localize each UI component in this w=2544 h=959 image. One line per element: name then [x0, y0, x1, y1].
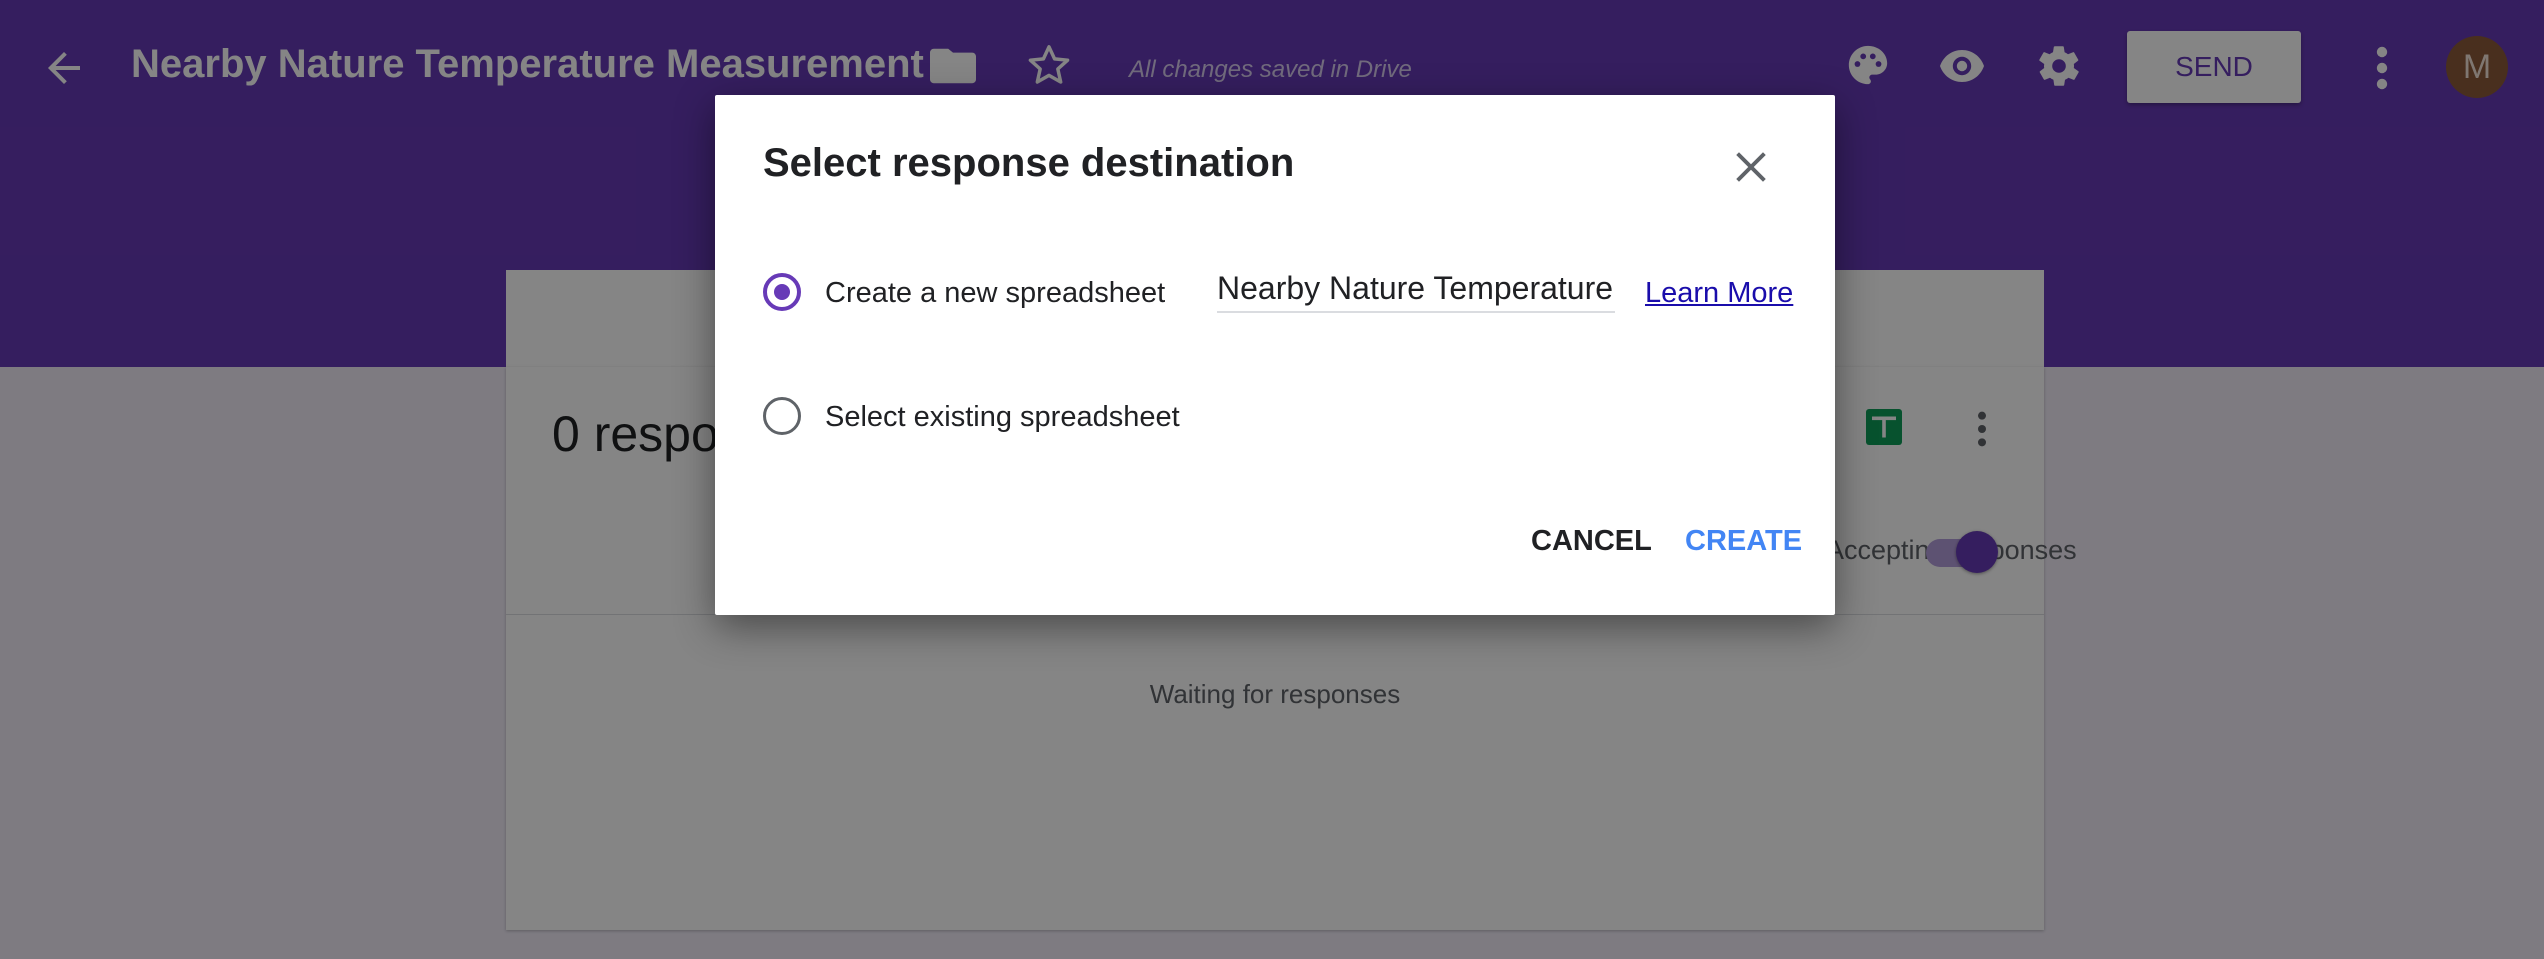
- cancel-button[interactable]: CANCEL: [1531, 525, 1652, 558]
- radio-create-new[interactable]: [763, 273, 801, 311]
- create-button[interactable]: CREATE: [1685, 525, 1802, 558]
- option-create-new-label[interactable]: Create a new spreadsheet: [825, 277, 1165, 310]
- radio-selected-dot: [774, 284, 790, 300]
- dialog-title: Select response destination: [763, 141, 1295, 185]
- learn-more-link[interactable]: Learn More: [1645, 277, 1793, 310]
- close-icon[interactable]: [1733, 149, 1769, 185]
- response-destination-dialog: Select response destination Create a new…: [715, 95, 1835, 615]
- spreadsheet-name-input[interactable]: [1217, 265, 1615, 313]
- option-select-existing-label[interactable]: Select existing spreadsheet: [825, 401, 1180, 434]
- radio-select-existing[interactable]: [763, 397, 801, 435]
